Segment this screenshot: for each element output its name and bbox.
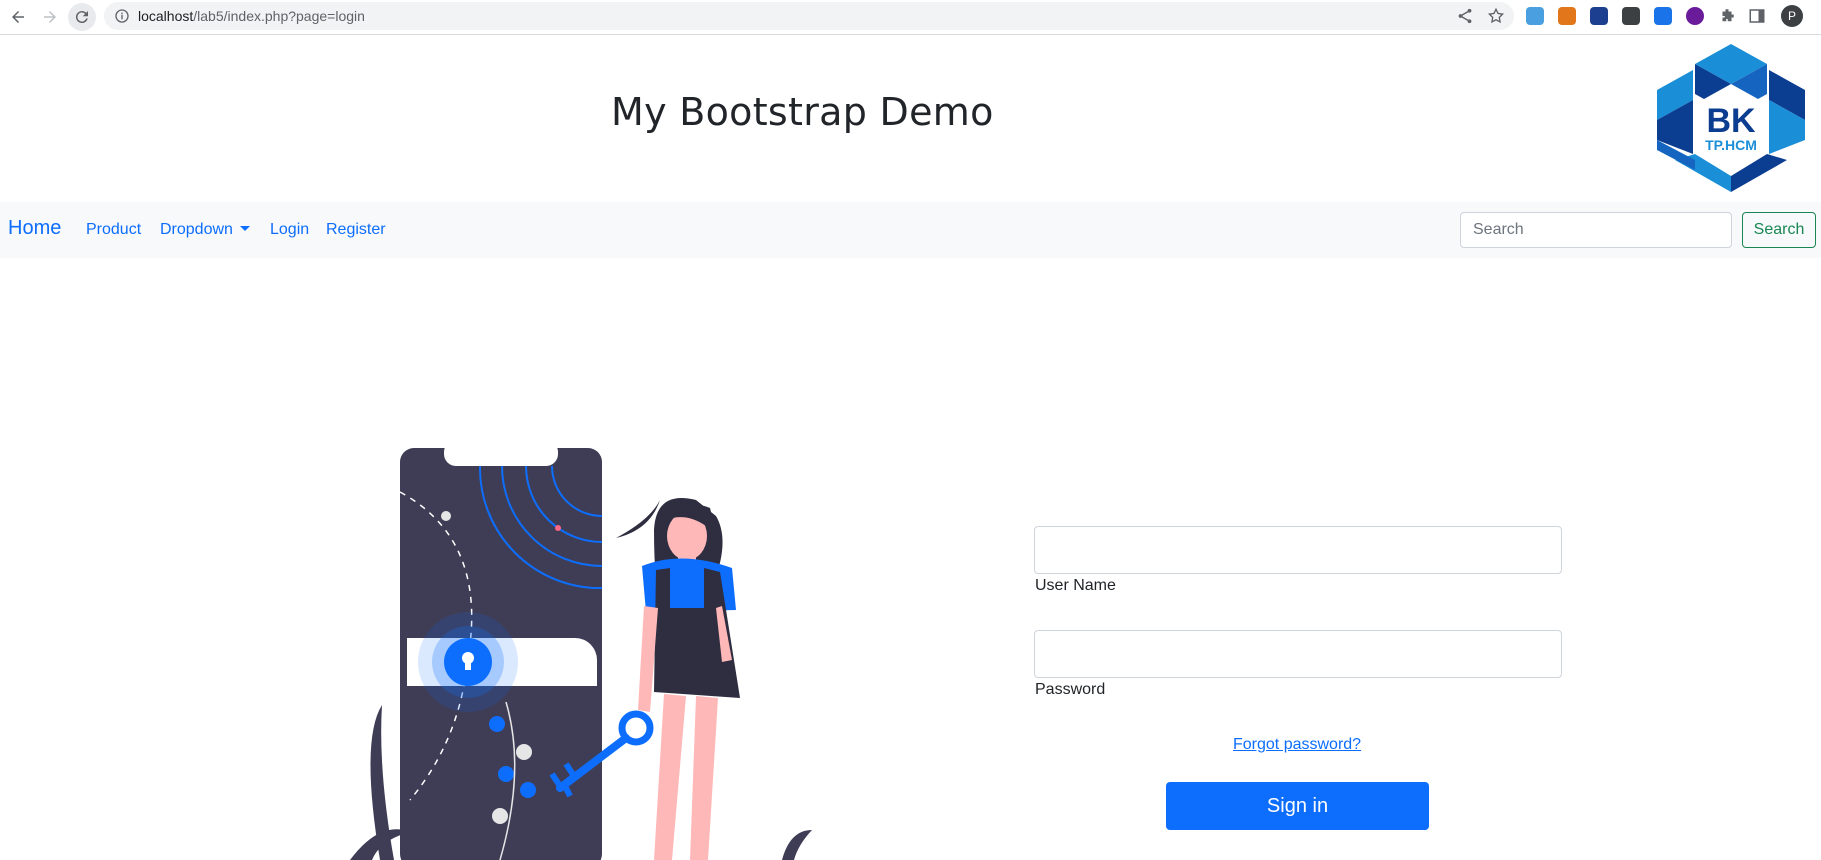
password-label: Password (1035, 681, 1106, 698)
site-info-icon[interactable] (114, 8, 130, 24)
phone (399, 440, 603, 860)
leaf-right (782, 830, 812, 860)
caret-down-icon (239, 226, 250, 231)
page-title: My Bootstrap Demo (611, 90, 994, 134)
extension-circle-icon[interactable] (1686, 7, 1704, 25)
search-button[interactable]: Search (1742, 212, 1816, 248)
password-input[interactable] (1034, 630, 1562, 678)
sign-in-button[interactable]: Sign in (1166, 782, 1429, 830)
username-input[interactable] (1034, 526, 1562, 574)
side-panel-icon[interactable] (1748, 7, 1766, 25)
nav-link-login[interactable]: Login (270, 221, 309, 239)
reload-icon[interactable] (68, 3, 96, 31)
login-illustration (350, 440, 812, 860)
username-label: User Name (1035, 577, 1116, 594)
forgot-password-link[interactable]: Forgot password? (1233, 736, 1361, 754)
forward-icon[interactable] (36, 3, 64, 31)
profile-avatar[interactable]: P (1781, 5, 1803, 27)
browser-toolbar: localhost/lab5/index.php?page=login P (0, 0, 1821, 35)
nav-link-register[interactable]: Register (326, 221, 386, 239)
main-navbar: Home Product Dropdown Login Register Sea… (0, 202, 1821, 258)
woman (616, 498, 740, 860)
back-icon[interactable] (4, 3, 32, 31)
share-icon[interactable] (1456, 7, 1474, 25)
nav-link-product[interactable]: Product (86, 221, 141, 239)
extension-s-icon[interactable] (1654, 7, 1672, 25)
navbar-brand-home[interactable]: Home (8, 217, 61, 240)
url-text[interactable]: localhost/lab5/index.php?page=login (138, 8, 365, 24)
extensions-puzzle-icon[interactable] (1718, 7, 1736, 25)
search-input[interactable] (1460, 212, 1732, 248)
extension-media-icon[interactable] (1622, 7, 1640, 25)
nav-link-dropdown-label: Dropdown (160, 221, 233, 238)
extension-1-icon[interactable] (1526, 7, 1544, 25)
svg-text:BK: BK (1706, 102, 1756, 140)
extension-d-icon[interactable] (1590, 7, 1608, 25)
address-bar[interactable]: localhost/lab5/index.php?page=login (104, 2, 1514, 30)
metamask-extension-icon[interactable] (1558, 7, 1576, 25)
bk-tphcm-logo: BK TP.HCM (1657, 44, 1805, 192)
svg-text:TP.HCM: TP.HCM (1705, 137, 1757, 153)
nav-link-dropdown[interactable]: Dropdown (160, 221, 250, 239)
bookmark-star-icon[interactable] (1487, 7, 1505, 25)
